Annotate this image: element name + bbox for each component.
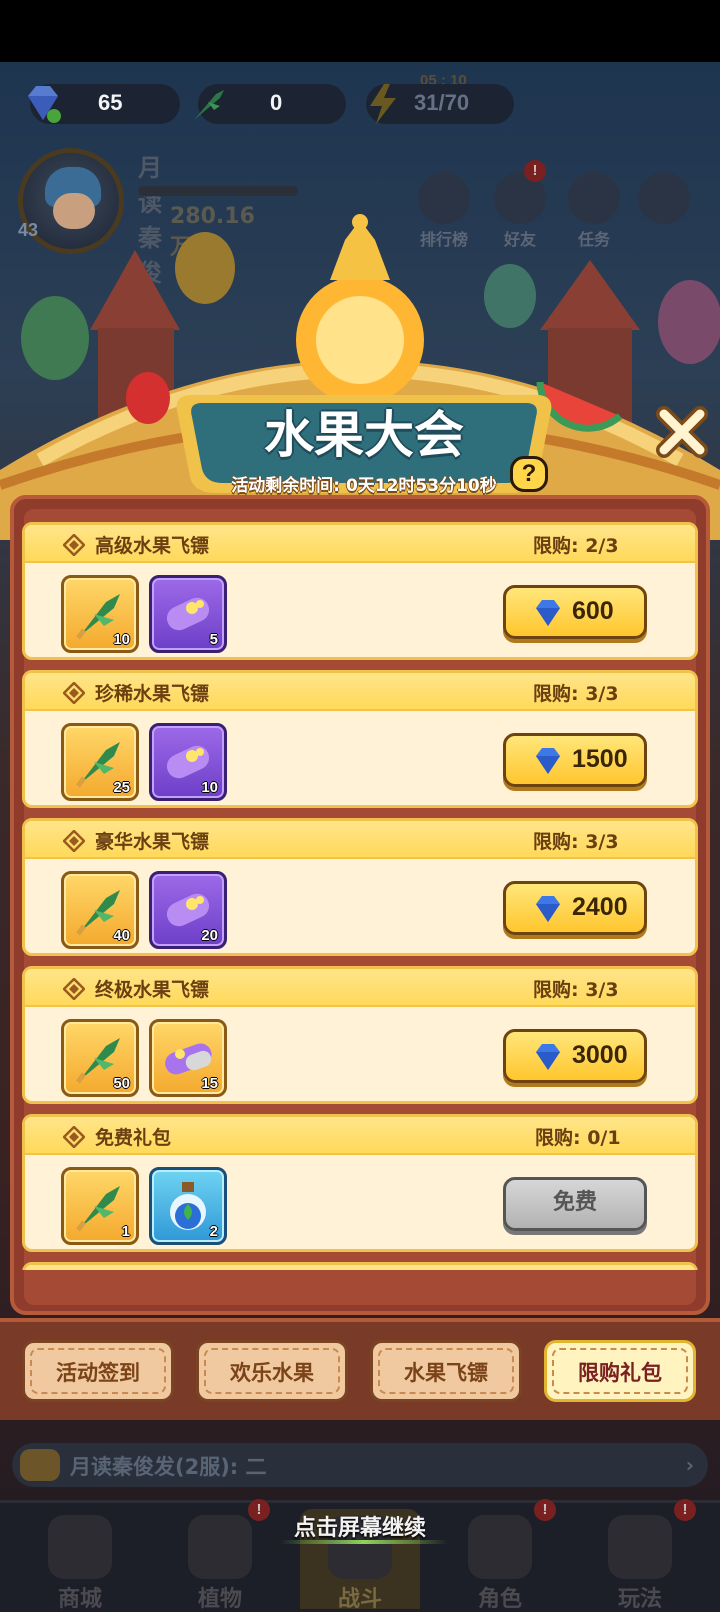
- diamond-icon: [536, 748, 560, 774]
- capsule-item[interactable]: 10: [149, 723, 227, 801]
- pack-card: 免费礼包 限购: 0/1 1 2 免费: [22, 1114, 698, 1252]
- dart-item[interactable]: 10: [61, 575, 139, 653]
- price: 2400: [572, 893, 628, 921]
- potion-item[interactable]: 2: [149, 1167, 227, 1245]
- dart-item[interactable]: 25: [61, 723, 139, 801]
- pack-name: 终极水果飞镖: [95, 979, 210, 1001]
- resource-bar: 65 0 31/70: [0, 84, 720, 128]
- energy-count: 31/70: [414, 90, 470, 115]
- dart-item[interactable]: 1: [61, 1167, 139, 1245]
- status-bar: [0, 0, 720, 62]
- buy-button[interactable]: 3000: [503, 1029, 647, 1083]
- dart-count: 0: [270, 90, 283, 115]
- buy-button[interactable]: 600: [503, 585, 647, 639]
- pack-card-partial: [22, 1262, 698, 1270]
- purchase-limit: 限购: 3/3: [533, 683, 619, 705]
- pack-diamond-icon: [63, 682, 85, 704]
- energy-counter[interactable]: 31/70: [366, 84, 514, 124]
- gem-counter[interactable]: 65: [28, 84, 180, 124]
- chat-message: 月读秦俊发(2服): 二: [70, 1455, 267, 1479]
- price: 3000: [572, 1041, 628, 1069]
- pack-name: 珍稀水果飞镖: [95, 683, 210, 705]
- price: 600: [572, 597, 614, 625]
- purchase-limit: 限购: 0/1: [535, 1127, 621, 1149]
- exp-bar: [138, 186, 298, 196]
- gem-count: 65: [98, 90, 123, 115]
- capsule-item[interactable]: 15: [149, 1019, 227, 1097]
- purchase-limit: 限购: 3/3: [533, 979, 619, 1001]
- dart-item[interactable]: 40: [61, 871, 139, 949]
- price: 1500: [572, 745, 628, 773]
- free-label: 免费: [552, 1190, 597, 1215]
- game-screen[interactable]: 05 : 10 65 0 31/70 43 月读秦俊 280.16 排行榜 好友…: [0, 0, 720, 1612]
- dart-item[interactable]: 50: [61, 1019, 139, 1097]
- title-plate: 水果大会 活动剩余时间: 0天12时53分10秒: [172, 385, 556, 501]
- tab-fruit-dart[interactable]: 水果飞镖: [370, 1340, 522, 1402]
- diamond-icon: [536, 600, 560, 626]
- capsule-item[interactable]: 5: [149, 575, 227, 653]
- capsule-item[interactable]: 20: [149, 871, 227, 949]
- event-timer: 活动剩余时间: 0天12时53分10秒: [231, 476, 497, 496]
- continue-underline: [280, 1540, 448, 1544]
- diamond-icon: [536, 896, 560, 922]
- close-icon[interactable]: [654, 404, 710, 460]
- tap-to-continue[interactable]: 点击屏幕继续: [0, 1510, 720, 1542]
- pack-card: 终极水果飞镖 限购: 3/3 50 15 3000: [22, 966, 698, 1104]
- pack-list[interactable]: 高级水果飞镖 限购: 2/3 10 5 600 珍稀水果飞镖 限购: 3/3 2…: [22, 522, 698, 1270]
- pack-diamond-icon: [63, 534, 85, 556]
- pack-card: 高级水果飞镖 限购: 2/3 10 5 600: [22, 522, 698, 660]
- pack-diamond-icon: [63, 1126, 85, 1148]
- pack-card: 珍稀水果飞镖 限购: 3/3 25 10 1500: [22, 670, 698, 808]
- dart-counter[interactable]: 0: [194, 84, 346, 124]
- tab-checkin[interactable]: 活动签到: [22, 1340, 174, 1402]
- notification-badge: !: [524, 160, 546, 182]
- help-button[interactable]: ?: [510, 456, 548, 492]
- pack-name: 免费礼包: [95, 1127, 172, 1149]
- lightning-icon: [370, 84, 396, 124]
- diamond-icon: [28, 86, 61, 123]
- buy-button[interactable]: 2400: [503, 881, 647, 935]
- buy-button[interactable]: 1500: [503, 733, 647, 787]
- diamond-icon: [536, 1044, 560, 1070]
- tab-happy-fruit[interactable]: 欢乐水果: [196, 1340, 348, 1402]
- event-tabs: 活动签到 欢乐水果 水果飞镖 限购礼包: [0, 1318, 720, 1420]
- modal-title: 水果大会: [264, 406, 464, 464]
- purchase-limit: 限购: 3/3: [533, 831, 619, 853]
- chat-icon: [20, 1449, 60, 1481]
- chevron-right-icon: ›: [685, 1453, 694, 1477]
- pack-name: 高级水果飞镖: [95, 535, 210, 557]
- pack-name: 豪华水果飞镖: [95, 831, 210, 853]
- dart-icon: [194, 90, 224, 120]
- chat-bar[interactable]: 月读秦俊发(2服): 二 ›: [12, 1443, 708, 1487]
- tab-limited-pack[interactable]: 限购礼包: [544, 1340, 696, 1402]
- purchase-limit: 限购: 2/3: [533, 535, 619, 557]
- pack-diamond-icon: [63, 830, 85, 852]
- free-claim-button[interactable]: 免费: [503, 1177, 647, 1231]
- pack-diamond-icon: [63, 978, 85, 1000]
- pack-card: 豪华水果飞镖 限购: 3/3 40 20 2400: [22, 818, 698, 956]
